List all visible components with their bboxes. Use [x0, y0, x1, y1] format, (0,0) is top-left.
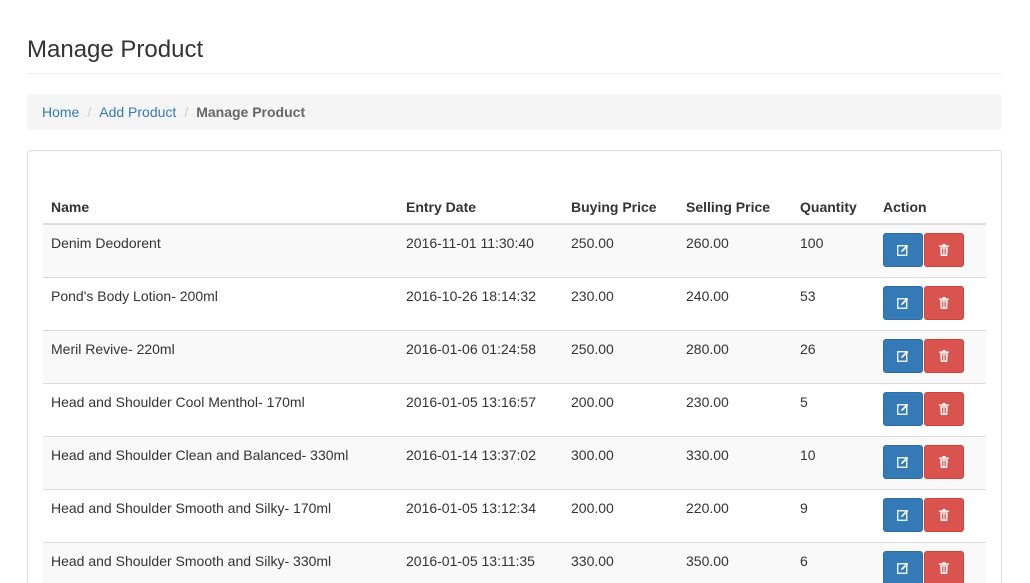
cell-action — [875, 330, 986, 384]
cell-action — [875, 383, 986, 437]
cell-name: Pond's Body Lotion- 200ml — [43, 277, 398, 331]
page-header: Manage Product — [27, 36, 1002, 74]
header-quantity: Quantity — [792, 186, 875, 225]
delete-button[interactable] — [924, 286, 964, 320]
trash-icon — [939, 562, 949, 574]
edit-icon — [897, 297, 909, 309]
cell-buying-price: 250.00 — [563, 330, 678, 384]
breadcrumb-home-link[interactable]: Home — [42, 104, 79, 120]
cell-name: Head and Shoulder Smooth and Silky- 170m… — [43, 489, 398, 543]
cell-selling-price: 260.00 — [678, 223, 792, 278]
cell-selling-price: 330.00 — [678, 436, 792, 490]
edit-icon — [897, 244, 909, 256]
cell-buying-price: 200.00 — [563, 383, 678, 437]
header-selling-price: Selling Price — [678, 186, 792, 225]
cell-action — [875, 489, 986, 543]
cell-quantity: 9 — [792, 489, 875, 543]
edit-icon — [897, 456, 909, 468]
cell-entry-date: 2016-11-01 11:30:40 — [398, 223, 563, 278]
cell-name: Head and Shoulder Smooth and Silky- 330m… — [43, 542, 398, 583]
edit-button[interactable] — [883, 445, 923, 479]
trash-icon — [939, 297, 949, 309]
header-name: Name — [43, 186, 398, 225]
cell-buying-price: 230.00 — [563, 277, 678, 331]
cell-entry-date: 2016-01-05 13:16:57 — [398, 383, 563, 437]
cell-buying-price: 200.00 — [563, 489, 678, 543]
table-row: Head and Shoulder Smooth and Silky- 170m… — [43, 489, 986, 543]
edit-button[interactable] — [883, 339, 923, 373]
cell-name: Head and Shoulder Cool Menthol- 170ml — [43, 383, 398, 437]
cell-buying-price: 300.00 — [563, 436, 678, 490]
edit-icon — [897, 509, 909, 521]
table-row: Meril Revive- 220ml 2016-01-06 01:24:58 … — [43, 330, 986, 384]
cell-name: Meril Revive- 220ml — [43, 330, 398, 384]
delete-button[interactable] — [924, 233, 964, 267]
header-buying-price: Buying Price — [563, 186, 678, 225]
cell-entry-date: 2016-10-26 18:14:32 — [398, 277, 563, 331]
delete-button[interactable] — [924, 498, 964, 532]
breadcrumb-separator: / — [184, 104, 189, 120]
breadcrumb-add-product-link[interactable]: Add Product — [99, 104, 176, 120]
products-table: Name Entry Date Buying Price Selling Pri… — [43, 186, 986, 583]
table-row: Head and Shoulder Clean and Balanced- 33… — [43, 436, 986, 490]
cell-action — [875, 542, 986, 583]
cell-entry-date: 2016-01-14 13:37:02 — [398, 436, 563, 490]
cell-buying-price: 250.00 — [563, 223, 678, 278]
cell-selling-price: 240.00 — [678, 277, 792, 331]
delete-button[interactable] — [924, 551, 964, 583]
trash-icon — [939, 509, 949, 521]
trash-icon — [939, 244, 949, 256]
edit-button[interactable] — [883, 392, 923, 426]
breadcrumb-separator: / — [87, 104, 92, 120]
edit-icon — [897, 403, 909, 415]
cell-action — [875, 277, 986, 331]
cell-name: Denim Deodorent — [43, 223, 398, 278]
table-row: Head and Shoulder Smooth and Silky- 330m… — [43, 542, 986, 583]
edit-icon — [897, 562, 909, 574]
edit-button[interactable] — [883, 233, 923, 267]
cell-quantity: 53 — [792, 277, 875, 331]
trash-icon — [939, 403, 949, 415]
cell-selling-price: 280.00 — [678, 330, 792, 384]
trash-icon — [939, 350, 949, 362]
cell-quantity: 10 — [792, 436, 875, 490]
delete-button[interactable] — [924, 339, 964, 373]
cell-quantity: 6 — [792, 542, 875, 583]
cell-quantity: 26 — [792, 330, 875, 384]
header-action: Action — [875, 186, 986, 225]
cell-name: Head and Shoulder Clean and Balanced- 33… — [43, 436, 398, 490]
edit-button[interactable] — [883, 498, 923, 532]
table-row: Head and Shoulder Cool Menthol- 170ml 20… — [43, 383, 986, 437]
products-panel: Name Entry Date Buying Price Selling Pri… — [27, 150, 1002, 583]
cell-buying-price: 330.00 — [563, 542, 678, 583]
products-table-body: Denim Deodorent 2016-11-01 11:30:40 250.… — [43, 223, 986, 583]
cell-entry-date: 2016-01-05 13:12:34 — [398, 489, 563, 543]
delete-button[interactable] — [924, 445, 964, 479]
cell-selling-price: 350.00 — [678, 542, 792, 583]
header-entry-date: Entry Date — [398, 186, 563, 225]
cell-entry-date: 2016-01-06 01:24:58 — [398, 330, 563, 384]
edit-icon — [897, 350, 909, 362]
delete-button[interactable] — [924, 392, 964, 426]
page-title: Manage Product — [27, 36, 204, 63]
table-header-row: Name Entry Date Buying Price Selling Pri… — [43, 186, 986, 225]
cell-action — [875, 223, 986, 278]
cell-selling-price: 230.00 — [678, 383, 792, 437]
breadcrumb: Home / Add Product / Manage Product — [27, 94, 1002, 130]
cell-action — [875, 436, 986, 490]
cell-entry-date: 2016-01-05 13:11:35 — [398, 542, 563, 583]
breadcrumb-current: Manage Product — [196, 104, 306, 120]
table-row: Pond's Body Lotion- 200ml 2016-10-26 18:… — [43, 277, 986, 331]
edit-button[interactable] — [883, 286, 923, 320]
edit-button[interactable] — [883, 551, 923, 583]
cell-quantity: 100 — [792, 223, 875, 278]
cell-quantity: 5 — [792, 383, 875, 437]
cell-selling-price: 220.00 — [678, 489, 792, 543]
table-row: Denim Deodorent 2016-11-01 11:30:40 250.… — [43, 223, 986, 278]
trash-icon — [939, 456, 949, 468]
